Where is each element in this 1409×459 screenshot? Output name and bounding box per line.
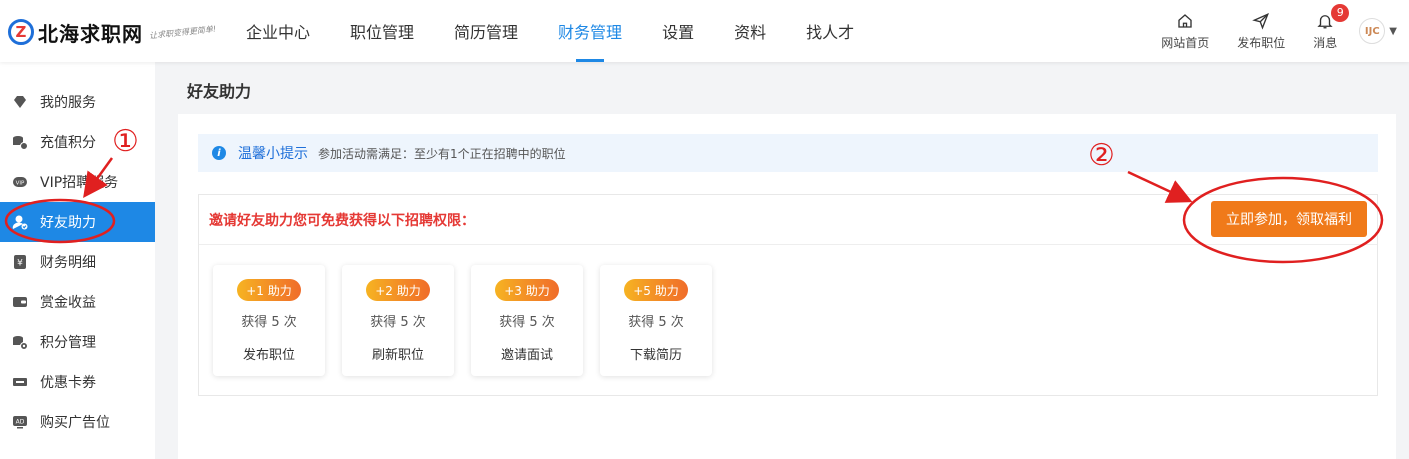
messages-button[interactable]: 9 消息 [1313, 3, 1350, 51]
logo-name: 北海求职网 [38, 21, 143, 46]
sidebar-item-my-services[interactable]: 我的服务 [0, 82, 155, 122]
sidebar-item-label: 财务明细 [40, 255, 96, 271]
coins-add-icon [12, 134, 28, 150]
messages-label: 消息 [1313, 35, 1338, 50]
benefit-count: 获得 5 次 [499, 315, 555, 330]
top-header: Z 北海求职网 让求职变得更简单! 企业中心 职位管理 简历管理 财务管理 设置… [0, 0, 1409, 62]
home-icon [1178, 13, 1192, 28]
benefit-count: 获得 5 次 [241, 315, 297, 330]
main-panel: i 温馨小提示 参加活动需满足：至少有1个正在招聘中的职位 邀请好友助力您可免费… [178, 114, 1396, 459]
logo-mark-icon: Z [8, 19, 34, 45]
boost-pill: +2 助力 [366, 279, 430, 301]
benefit-label: 下载简历 [629, 348, 682, 363]
nav-item-finance-management[interactable]: 财务管理 [538, 0, 642, 62]
invite-title: 邀请好友助力您可免费获得以下招聘权限： [209, 212, 475, 229]
benefit-label: 发布职位 [242, 348, 295, 363]
coins-settings-icon [12, 334, 28, 350]
boost-pill: +5 助力 [624, 279, 688, 301]
coupon-icon [12, 374, 28, 390]
sidebar-item-finance-details[interactable]: ¥ 财务明细 [0, 242, 155, 282]
sidebar-item-label: VIP招聘服务 [40, 175, 119, 191]
join-claim-button[interactable]: 立即参加，领取福利 [1211, 201, 1367, 237]
benefit-card-invite-interview: +3 助力 获得 5 次 邀请面试 [471, 265, 583, 376]
sidebar-item-vip-service[interactable]: VIP VIP招聘服务 [0, 162, 155, 202]
diamond-icon [12, 94, 28, 110]
svg-text:VIP: VIP [16, 181, 25, 187]
benefit-label: 邀请面试 [500, 348, 553, 363]
user-check-icon [12, 214, 28, 230]
invite-box-header: 邀请好友助力您可免费获得以下招聘权限： 立即参加，领取福利 [199, 195, 1377, 245]
benefit-card-post-job: +1 助力 获得 5 次 发布职位 [213, 265, 325, 376]
site-home-label: 网站首页 [1161, 35, 1210, 50]
header-actions: 网站首页 发布职位 9 消息 IJC ▼ [1133, 0, 1397, 62]
boost-pill: +3 助力 [495, 279, 559, 301]
tip-title: 温馨小提示 [238, 146, 308, 162]
vip-icon: VIP [12, 174, 28, 190]
sidebar-item-label: 积分管理 [40, 335, 96, 351]
sidebar-item-label: 购买广告位 [40, 415, 110, 431]
logo-slogan: 让求职变得更简单! [148, 24, 217, 40]
nav-item-profile[interactable]: 资料 [714, 0, 786, 62]
info-icon: i [212, 146, 226, 160]
sidebar-item-friend-boost[interactable]: 好友助力 [0, 202, 155, 242]
chevron-down-icon: ▼ [1389, 25, 1397, 37]
main-nav: 企业中心 职位管理 简历管理 财务管理 设置 资料 找人才 [226, 0, 874, 62]
avatar: IJC [1359, 18, 1386, 44]
boost-pill: +1 助力 [237, 279, 301, 301]
message-count-badge: 9 [1331, 3, 1350, 22]
nav-item-resume-management[interactable]: 简历管理 [434, 0, 538, 62]
wallet-icon [12, 294, 28, 310]
invite-box: 邀请好友助力您可免费获得以下招聘权限： 立即参加，领取福利 +1 助力 获得 5… [198, 194, 1378, 396]
sidebar-item-bounty-earnings[interactable]: 赏金收益 [0, 282, 155, 322]
post-job-label: 发布职位 [1237, 35, 1286, 50]
benefit-count: 获得 5 次 [628, 315, 684, 330]
tip-banner: i 温馨小提示 参加活动需满足：至少有1个正在招聘中的职位 [198, 134, 1378, 172]
benefit-card-refresh-job: +2 助力 获得 5 次 刷新职位 [342, 265, 454, 376]
benefit-count: 获得 5 次 [370, 315, 426, 330]
svg-text:AD: AD [16, 419, 25, 426]
tip-text: 参加活动需满足：至少有1个正在招聘中的职位 [318, 146, 566, 161]
site-logo[interactable]: Z 北海求职网 让求职变得更简单! [8, 14, 217, 50]
site-home-button[interactable]: 网站首页 [1161, 12, 1209, 51]
sidebar-item-buy-ad-slot[interactable]: AD 购买广告位 [0, 402, 155, 442]
nav-item-settings[interactable]: 设置 [642, 0, 714, 62]
sidebar-item-points-management[interactable]: 积分管理 [0, 322, 155, 362]
sidebar-item-label: 充值积分 [40, 135, 96, 151]
nav-item-enterprise-center[interactable]: 企业中心 [226, 0, 330, 62]
nav-item-job-management[interactable]: 职位管理 [330, 0, 434, 62]
ad-icon: AD [12, 414, 28, 430]
annotation-number-two: ② [1088, 138, 1115, 173]
sidebar-item-label: 优惠卡券 [40, 375, 96, 391]
sidebar: 我的服务 充值积分 VIP VIP招聘服务 好友助力 ¥ 财务明细 赏金收益 积… [0, 62, 155, 459]
sidebar-item-label: 好友助力 [40, 215, 96, 231]
nav-item-find-talent[interactable]: 找人才 [786, 0, 874, 62]
yen-icon: ¥ [12, 254, 28, 270]
page-title: 好友助力 [187, 82, 252, 101]
sidebar-item-coupons[interactable]: 优惠卡券 [0, 362, 155, 402]
user-menu[interactable]: IJC ▼ [1359, 18, 1397, 44]
sidebar-item-label: 赏金收益 [40, 295, 96, 311]
benefit-label: 刷新职位 [371, 348, 424, 363]
benefit-cards: +1 助力 获得 5 次 发布职位 +2 助力 获得 5 次 刷新职位 +3 助… [213, 265, 729, 376]
svg-text:¥: ¥ [17, 259, 23, 269]
post-job-button[interactable]: 发布职位 [1237, 12, 1285, 51]
sidebar-item-label: 我的服务 [40, 95, 96, 111]
send-icon [1252, 12, 1270, 30]
benefit-card-download-resume: +5 助力 获得 5 次 下载简历 [600, 265, 712, 376]
annotation-number-one: ① [112, 124, 139, 159]
